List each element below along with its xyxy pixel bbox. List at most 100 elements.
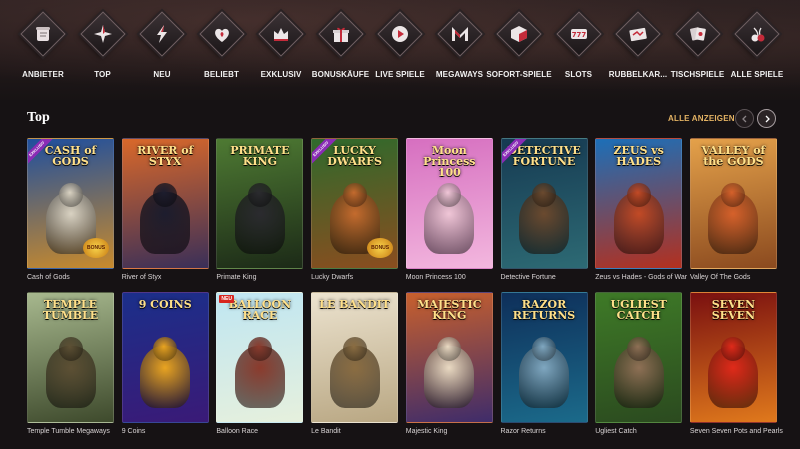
game-thumbnail[interactable]: BALLOON RACE NEU — [216, 292, 304, 423]
game-name[interactable]: Valley Of The Gods — [690, 274, 800, 281]
category-slots[interactable]: 777 Slots — [546, 14, 612, 94]
next-arrow-button[interactable] — [757, 109, 776, 128]
category-badge — [678, 14, 718, 54]
game-name[interactable]: Razor Returns — [501, 428, 611, 435]
game-name[interactable]: 9 Coins — [122, 428, 232, 435]
game-name[interactable]: Cash of Gods — [27, 274, 137, 281]
game-character-head — [342, 337, 367, 361]
game-logo: UGLIEST CATCH — [610, 298, 667, 322]
game-thumbnail[interactable]: CASH of GODS EXKLUSIV Bonus — [27, 138, 114, 269]
category-badge — [23, 14, 63, 54]
game-tile[interactable]: UGLIEST CATCH Ugliest Catch — [595, 292, 683, 435]
game-character-head — [721, 337, 746, 361]
category-badge — [380, 14, 420, 54]
chevron-right-icon — [765, 115, 770, 122]
category-label: Alle Spiele — [730, 70, 784, 79]
game-thumbnail[interactable]: DETECTIVE FORTUNE EXKLUSIV — [500, 138, 588, 269]
play-icon — [389, 23, 411, 45]
game-tile[interactable]: DETECTIVE FORTUNE EXKLUSIV Detective Fortu… — [500, 138, 588, 281]
game-name[interactable]: River of Styx — [122, 274, 232, 281]
game-thumbnail[interactable]: 9 COINS — [121, 292, 209, 423]
game-tile[interactable]: PRIMATE KING Primate King — [216, 138, 304, 281]
game-character-head — [247, 337, 272, 361]
category-sofort-spiele[interactable]: Sofort-spiele — [486, 14, 552, 94]
category-tischspiele[interactable]: Tischspiele — [665, 14, 731, 94]
category-anbieter[interactable]: Anbieter — [10, 14, 76, 94]
game-character-head — [153, 183, 178, 207]
game-tile[interactable]: RIVER of STYX River of Styx — [121, 138, 209, 281]
game-tile[interactable]: SEVEN SEVEN Seven Seven Pots and Pearls — [689, 292, 783, 435]
game-thumbnail[interactable]: TEMPLE TUMBLE — [27, 292, 114, 423]
show-all-link[interactable]: Alle anzeigen — [668, 114, 735, 123]
game-name[interactable]: Temple Tumble Megaways — [27, 428, 137, 435]
game-tile[interactable]: Moon Princess 100 Moon Princess 100 — [405, 138, 493, 281]
category-label: Bonuskäufe — [311, 70, 370, 79]
game-tile[interactable]: 9 COINS 9 Coins — [121, 292, 209, 435]
category-beliebt[interactable]: Beliebt — [189, 14, 255, 94]
game-name[interactable]: Seven Seven Pots and Pearls — [690, 428, 800, 435]
category-bonuskäufe[interactable]: Bonuskäufe — [308, 14, 374, 94]
game-logo: RAZOR RETURNS — [512, 298, 576, 322]
category-rubbelkar[interactable]: Rubbelkar... — [605, 14, 671, 94]
game-logo: TEMPLE TUMBLE — [42, 298, 99, 322]
game-logo: LUCKY DWARFS — [327, 144, 382, 168]
category-badge — [321, 14, 361, 54]
game-name[interactable]: Zeus vs Hades - Gods of War — [595, 274, 705, 281]
game-name[interactable]: Lucky Dwarfs — [311, 274, 421, 281]
game-logo: LE BANDIT — [319, 298, 390, 311]
game-thumbnail[interactable]: UGLIEST CATCH — [595, 292, 683, 423]
game-thumbnail[interactable]: MAJESTIC KING — [405, 292, 493, 423]
game-thumbnail[interactable]: LE BANDIT — [311, 292, 399, 423]
category-label: Neu — [153, 70, 171, 79]
game-logo: VALLEY of the GODS — [701, 144, 766, 168]
category-badge — [202, 14, 242, 54]
game-tile[interactable]: MAJESTIC KING Majestic King — [405, 292, 493, 435]
game-thumbnail[interactable]: SEVEN SEVEN — [689, 292, 777, 423]
game-thumbnail[interactable]: RIVER of STYX — [121, 138, 209, 269]
game-tile[interactable]: CASH of GODS EXKLUSIV Bonus Cash of Gods — [27, 138, 114, 281]
game-name[interactable]: Moon Princess 100 — [406, 274, 516, 281]
game-name[interactable]: Majestic King — [406, 428, 516, 435]
category-label: Live Spiele — [375, 70, 425, 79]
game-character-head — [437, 183, 462, 207]
game-name[interactable]: Primate King — [216, 274, 326, 281]
category-megaways[interactable]: Megaways — [427, 14, 493, 94]
game-thumbnail[interactable]: LUCKY DWARFS EXKLUSIV Bonus — [311, 138, 399, 269]
game-name[interactable]: Le Bandit — [311, 428, 421, 435]
game-character-head — [58, 183, 83, 207]
category-top[interactable]: Top — [70, 14, 136, 94]
star-compass-icon — [92, 23, 114, 45]
game-thumbnail[interactable]: Moon Princess 100 — [405, 138, 493, 269]
game-tile[interactable]: LUCKY DWARFS EXKLUSIV Bonus Lucky Dwarfs — [311, 138, 399, 281]
game-tile[interactable]: TEMPLE TUMBLE Temple Tumble Megaways — [27, 292, 114, 435]
bonus-badge: Bonus — [367, 238, 394, 258]
category-exklusiv[interactable]: Exklusiv — [248, 14, 314, 94]
game-name[interactable]: Ugliest Catch — [595, 428, 705, 435]
category-live-spiele[interactable]: Live Spiele — [367, 14, 433, 94]
game-tile[interactable]: RAZOR RETURNS Razor Returns — [500, 292, 588, 435]
game-thumbnail[interactable]: VALLEY of the GODS — [689, 138, 777, 269]
game-thumbnail[interactable]: RAZOR RETURNS — [500, 292, 588, 423]
game-character-head — [626, 337, 651, 361]
category-label: Exklusiv — [260, 70, 302, 79]
game-name[interactable]: Detective Fortune — [501, 274, 611, 281]
prev-arrow-button[interactable] — [735, 109, 754, 128]
game-tile[interactable]: ZEUS vs HADES Zeus vs Hades - Gods of War — [595, 138, 687, 281]
category-badge — [440, 14, 480, 54]
heart-fire-icon — [211, 23, 233, 45]
new-badge: NEU — [219, 295, 234, 303]
category-label: Top — [94, 70, 111, 79]
game-logo: RIVER of STYX — [137, 144, 194, 168]
game-tile[interactable]: LE BANDIT Le Bandit — [311, 292, 399, 435]
game-thumbnail[interactable]: ZEUS vs HADES — [595, 138, 683, 269]
game-name[interactable]: Balloon Race — [216, 428, 326, 435]
slot-777-icon: 777 — [568, 23, 590, 45]
game-tile[interactable]: BALLOON RACE NEU Balloon Race — [216, 292, 304, 435]
game-character-head — [626, 183, 651, 207]
category-alle-spiele[interactable]: Alle Spiele — [724, 14, 790, 94]
category-neu[interactable]: Neu — [129, 14, 195, 94]
game-character-head — [247, 183, 272, 207]
game-thumbnail[interactable]: PRIMATE KING — [216, 138, 304, 269]
game-tile[interactable]: VALLEY of the GODS Valley Of The Gods — [689, 138, 777, 281]
category-badge — [142, 14, 182, 54]
